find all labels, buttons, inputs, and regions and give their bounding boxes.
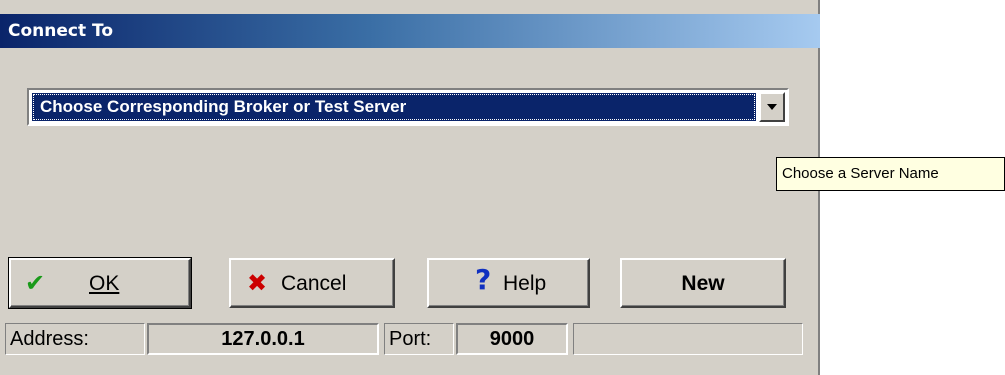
help-button[interactable]: ? Help	[427, 258, 590, 308]
checkmark-icon: ✔	[25, 269, 46, 297]
status-bar: Address: 127.0.0.1 Port: 9000	[5, 320, 803, 358]
question-icon: ?	[475, 263, 492, 296]
window-title: Connect To	[8, 21, 114, 41]
connect-dialog: Connect To Choose Corresponding Broker o…	[0, 0, 820, 375]
cancel-button-label: Cancel	[281, 272, 347, 295]
address-value: 127.0.0.1	[147, 323, 379, 355]
server-select[interactable]: Choose Corresponding Broker or Test Serv…	[27, 88, 789, 126]
status-panel-empty	[573, 323, 803, 355]
chevron-down-icon	[767, 104, 777, 110]
address-label: Address:	[5, 323, 145, 355]
new-button-label: New	[681, 272, 725, 295]
dropdown-button[interactable]	[759, 92, 785, 122]
x-icon: ✖	[247, 269, 268, 297]
title-bar[interactable]: Connect To	[0, 14, 820, 48]
server-select-value[interactable]: Choose Corresponding Broker or Test Serv…	[32, 93, 756, 121]
help-button-label: Help	[503, 272, 547, 295]
ok-button-label: OK	[89, 272, 120, 295]
port-label: Port:	[384, 323, 454, 355]
server-select-text: Choose Corresponding Broker or Test Serv…	[40, 97, 407, 116]
port-value: 9000	[456, 323, 568, 355]
new-button[interactable]: New	[620, 258, 786, 308]
server-tooltip: Choose a Server Name	[776, 157, 1005, 191]
ok-button[interactable]: ✔ OK	[8, 257, 192, 309]
cancel-button[interactable]: ✖ Cancel	[229, 258, 395, 308]
tooltip-text: Choose a Server Name	[782, 165, 939, 182]
